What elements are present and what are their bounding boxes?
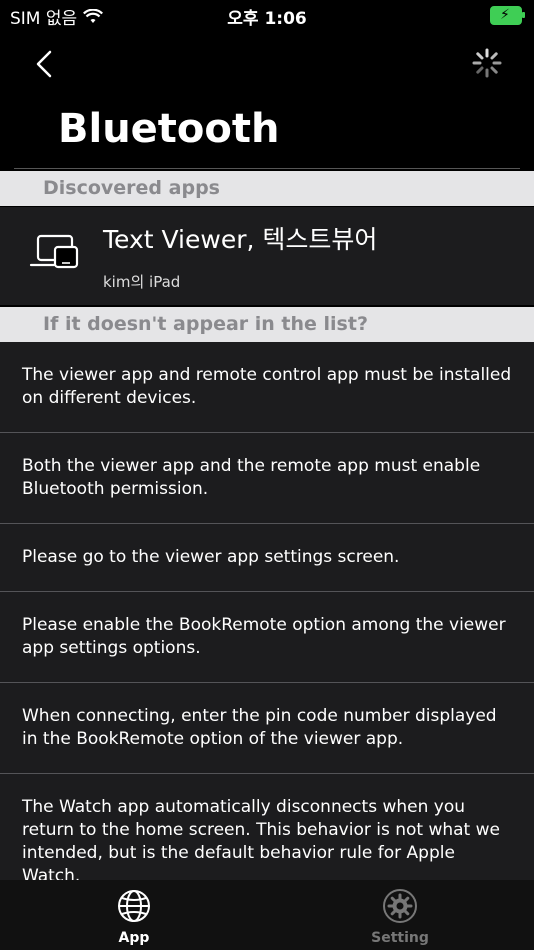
device-name[interactable]: Text Viewer, 텍스트뷰어	[103, 220, 377, 256]
device-owner: kim의 iPad	[103, 273, 181, 291]
list-item: Please go to the viewer app settings scr…	[0, 524, 534, 592]
gear-icon	[383, 889, 417, 923]
tab-app[interactable]: App	[74, 888, 194, 946]
page-title: Bluetooth	[58, 106, 280, 152]
devices-icon	[29, 234, 79, 269]
section-header-help: If it doesn't appear in the list?	[0, 307, 534, 342]
battery-icon: ⚡	[490, 6, 525, 25]
globe-icon	[118, 890, 150, 922]
activity-spinner-icon	[472, 48, 502, 78]
status-time: 오후 1:06	[227, 9, 307, 29]
title-divider	[14, 168, 520, 169]
tab-bar: App Setting	[0, 880, 534, 950]
list-item: The Watch app automatically disconnects …	[22, 797, 500, 880]
list-item: The viewer app and remote control app mu…	[0, 342, 534, 433]
chevron-left-icon	[36, 50, 52, 78]
list-item: Please enable the BookRemote option amon…	[0, 592, 534, 683]
tab-setting[interactable]: Setting	[340, 888, 460, 946]
section-header-discovered: Discovered apps	[0, 171, 534, 206]
list-item: Both the viewer app and the remote app m…	[0, 433, 534, 524]
status-bar: SIM 없음 오후 1:06 ⚡	[0, 0, 534, 32]
tab-app-label: App	[118, 930, 150, 946]
help-list: The viewer app and remote control app mu…	[0, 342, 534, 880]
tab-setting-label: Setting	[371, 930, 429, 946]
list-item: When connecting, enter the pin code numb…	[0, 683, 534, 774]
back-button[interactable]	[28, 46, 64, 82]
